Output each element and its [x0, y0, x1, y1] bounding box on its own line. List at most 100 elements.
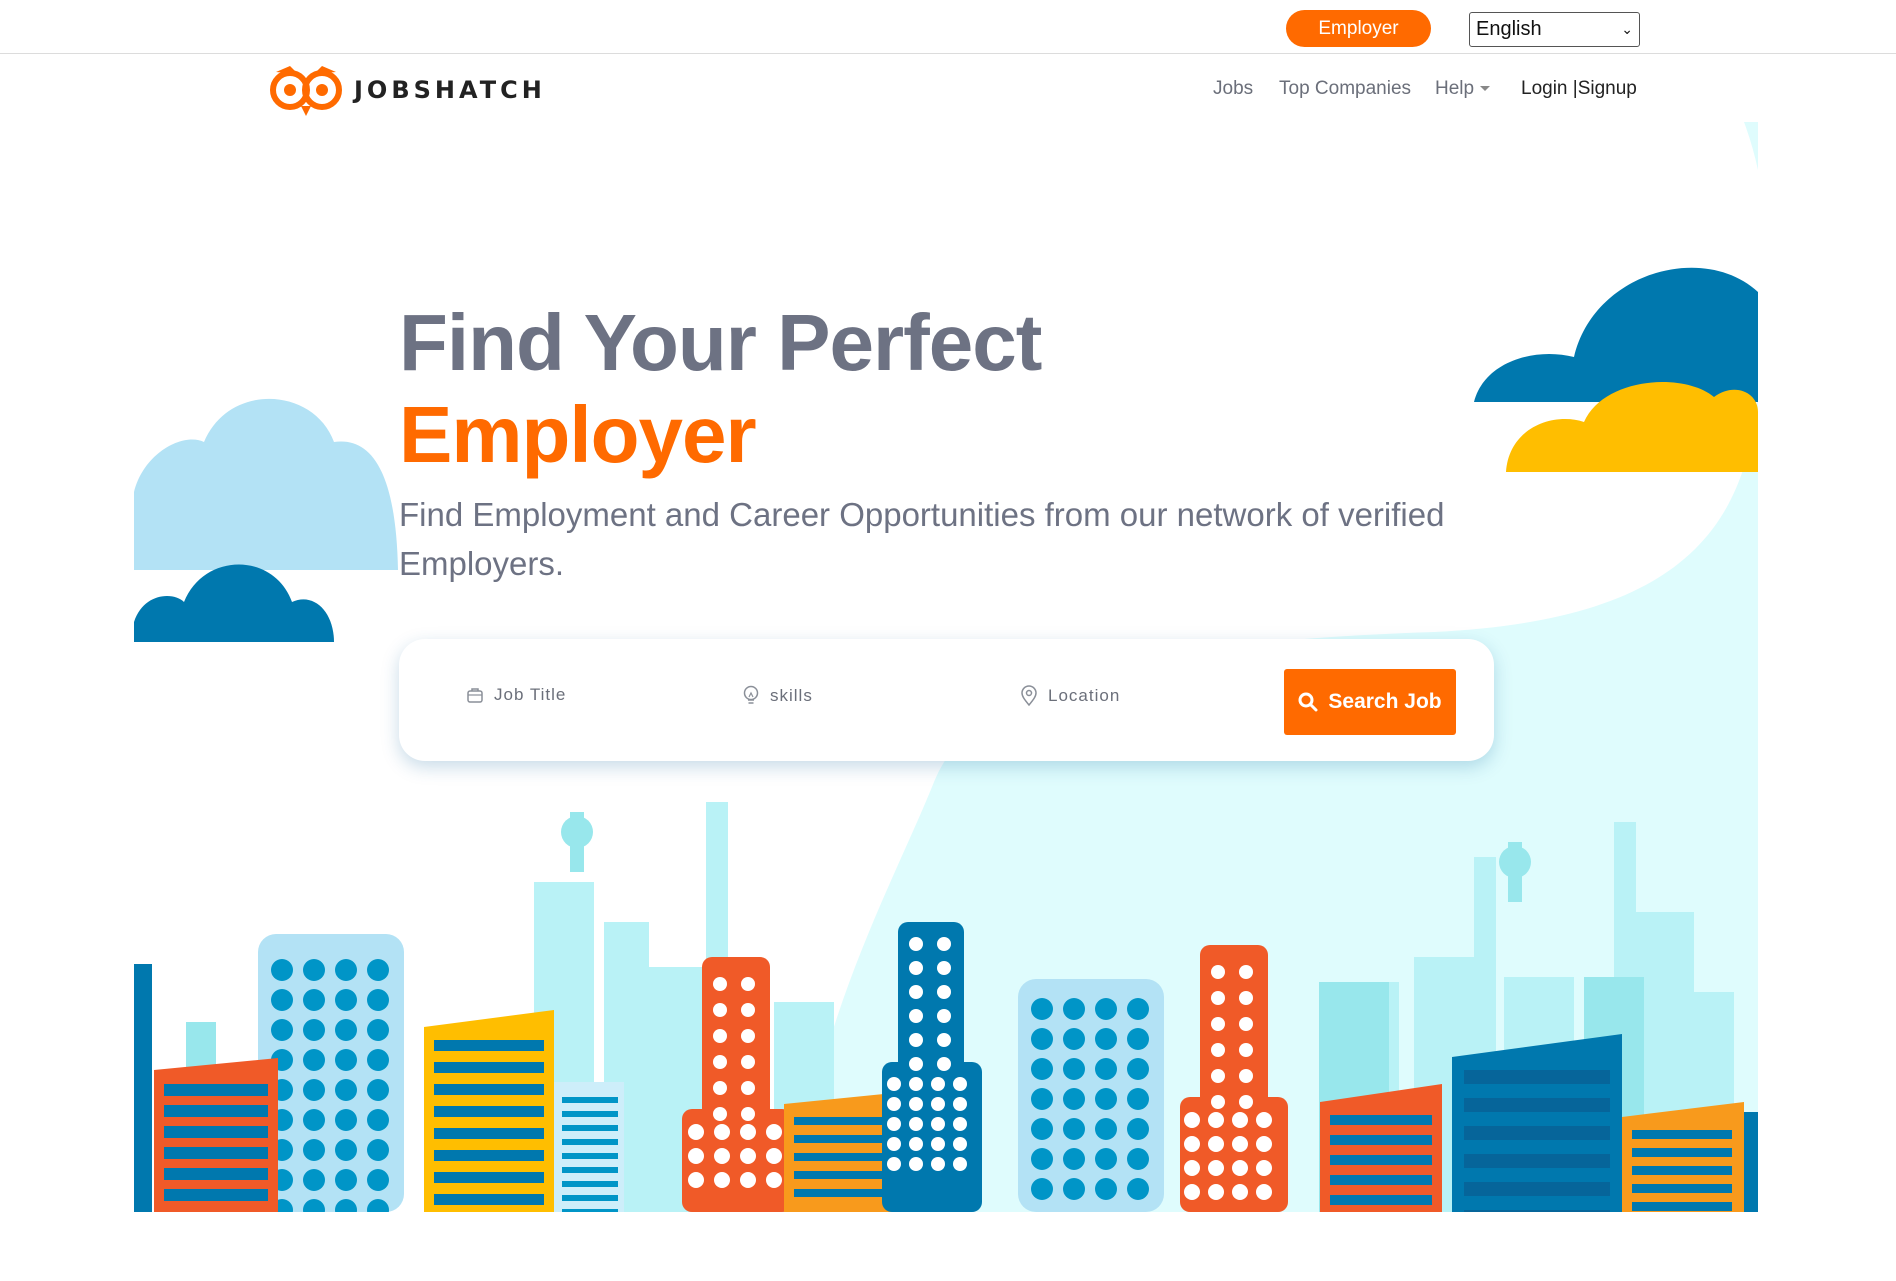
building-window [931, 1137, 945, 1151]
building-window [909, 937, 923, 951]
job-title-input[interactable]: Job Title [494, 685, 566, 705]
nav-item-login-signup[interactable]: Login |Signup [1521, 78, 1637, 100]
building-window-band [164, 1147, 268, 1159]
building-window [713, 1081, 727, 1095]
building-window-band [434, 1194, 544, 1205]
location-field[interactable]: Location [1020, 685, 1120, 707]
brand-name: JOBSHATCH [354, 76, 546, 104]
building-window-band [562, 1125, 618, 1131]
job-search-form: Job Title skills Location Search Job [399, 639, 1494, 761]
building-window-band [1464, 1182, 1610, 1196]
building-window [909, 1137, 923, 1151]
skills-input[interactable]: skills [770, 686, 813, 706]
building-window [713, 1107, 727, 1121]
nav-item-top-companies[interactable]: Top Companies [1279, 78, 1411, 100]
building-window [713, 1029, 727, 1043]
nav-item-help-label: Help [1435, 78, 1475, 99]
building-window [1232, 1136, 1248, 1152]
building-window [740, 1124, 756, 1140]
building-window [713, 977, 727, 991]
building-window [1095, 1088, 1117, 1110]
skills-field[interactable]: skills [742, 685, 813, 707]
building-window [303, 989, 325, 1011]
building-window-band [164, 1189, 268, 1201]
employer-button[interactable]: Employer [1286, 10, 1431, 47]
building-window-band [1464, 1210, 1610, 1212]
building-window-band [1464, 1154, 1610, 1168]
building-window [1211, 965, 1225, 979]
hero-title-highlight: Employer [399, 390, 757, 479]
building-window [931, 1117, 945, 1131]
building-window [367, 1169, 389, 1191]
building-window [887, 1097, 901, 1111]
hero-title: Find Your Perfect Employer [399, 297, 1042, 481]
building-window-band [434, 1040, 544, 1051]
location-pin-icon [1021, 685, 1037, 707]
building-window-band [164, 1168, 268, 1180]
hero-title-line1: Find Your Perfect [399, 298, 1042, 387]
building-window [367, 989, 389, 1011]
building-window [1031, 1178, 1053, 1200]
building-window-band [794, 1135, 894, 1143]
building-window [1127, 1088, 1149, 1110]
nav-item-help[interactable]: Help [1435, 78, 1491, 100]
building-window [1031, 1058, 1053, 1080]
building-window-band [1632, 1148, 1732, 1157]
building-window [1063, 1058, 1085, 1080]
brand-logo[interactable]: JOBSHATCH [268, 62, 546, 118]
building-window [1095, 1118, 1117, 1140]
building-window [1031, 998, 1053, 1020]
building-window [1239, 1069, 1253, 1083]
building-window [713, 1003, 727, 1017]
building-window-band [794, 1153, 894, 1161]
building-window [367, 1109, 389, 1131]
building-window [931, 1077, 945, 1091]
building-window [1063, 1178, 1085, 1200]
building-window [1095, 1058, 1117, 1080]
building-window [1031, 1088, 1053, 1110]
building-window [1184, 1184, 1200, 1200]
building-window [909, 1033, 923, 1047]
building-window [1063, 1148, 1085, 1170]
building-window [1256, 1136, 1272, 1152]
building-window [741, 1107, 755, 1121]
building-window [909, 1157, 923, 1171]
language-value: English [1476, 18, 1542, 40]
job-title-field[interactable]: Job Title [466, 685, 566, 705]
building-window [887, 1157, 901, 1171]
building-window-band [1330, 1135, 1432, 1145]
building-window-band [1330, 1195, 1432, 1205]
building-window [1208, 1184, 1224, 1200]
building-window [303, 1109, 325, 1131]
building-window [741, 1003, 755, 1017]
building-window [1208, 1112, 1224, 1128]
nav-item-jobs[interactable]: Jobs [1213, 78, 1253, 100]
building-window [887, 1137, 901, 1151]
building-window [303, 959, 325, 981]
language-select[interactable]: English ⌄ [1469, 12, 1640, 47]
building-window [931, 1157, 945, 1171]
building-window [741, 1081, 755, 1095]
building-window-band [1632, 1202, 1732, 1211]
building-window [937, 1057, 951, 1071]
building-window [714, 1124, 730, 1140]
building-window [909, 1009, 923, 1023]
building-window [909, 1077, 923, 1091]
building-window [766, 1148, 782, 1164]
building-window [688, 1124, 704, 1140]
building-window [335, 1019, 357, 1041]
building-window [1256, 1112, 1272, 1128]
search-icon [1298, 692, 1318, 712]
search-job-button[interactable]: Search Job [1284, 669, 1456, 735]
building-window [714, 1148, 730, 1164]
building-window [766, 1124, 782, 1140]
location-input[interactable]: Location [1048, 686, 1120, 706]
building-window [1127, 1028, 1149, 1050]
building-window [1239, 1043, 1253, 1057]
building-window [335, 1139, 357, 1161]
building-window [1239, 965, 1253, 979]
building-window [887, 1117, 901, 1131]
building-window-band [1632, 1184, 1732, 1193]
building-window-band [434, 1106, 544, 1117]
building-window [303, 1079, 325, 1101]
